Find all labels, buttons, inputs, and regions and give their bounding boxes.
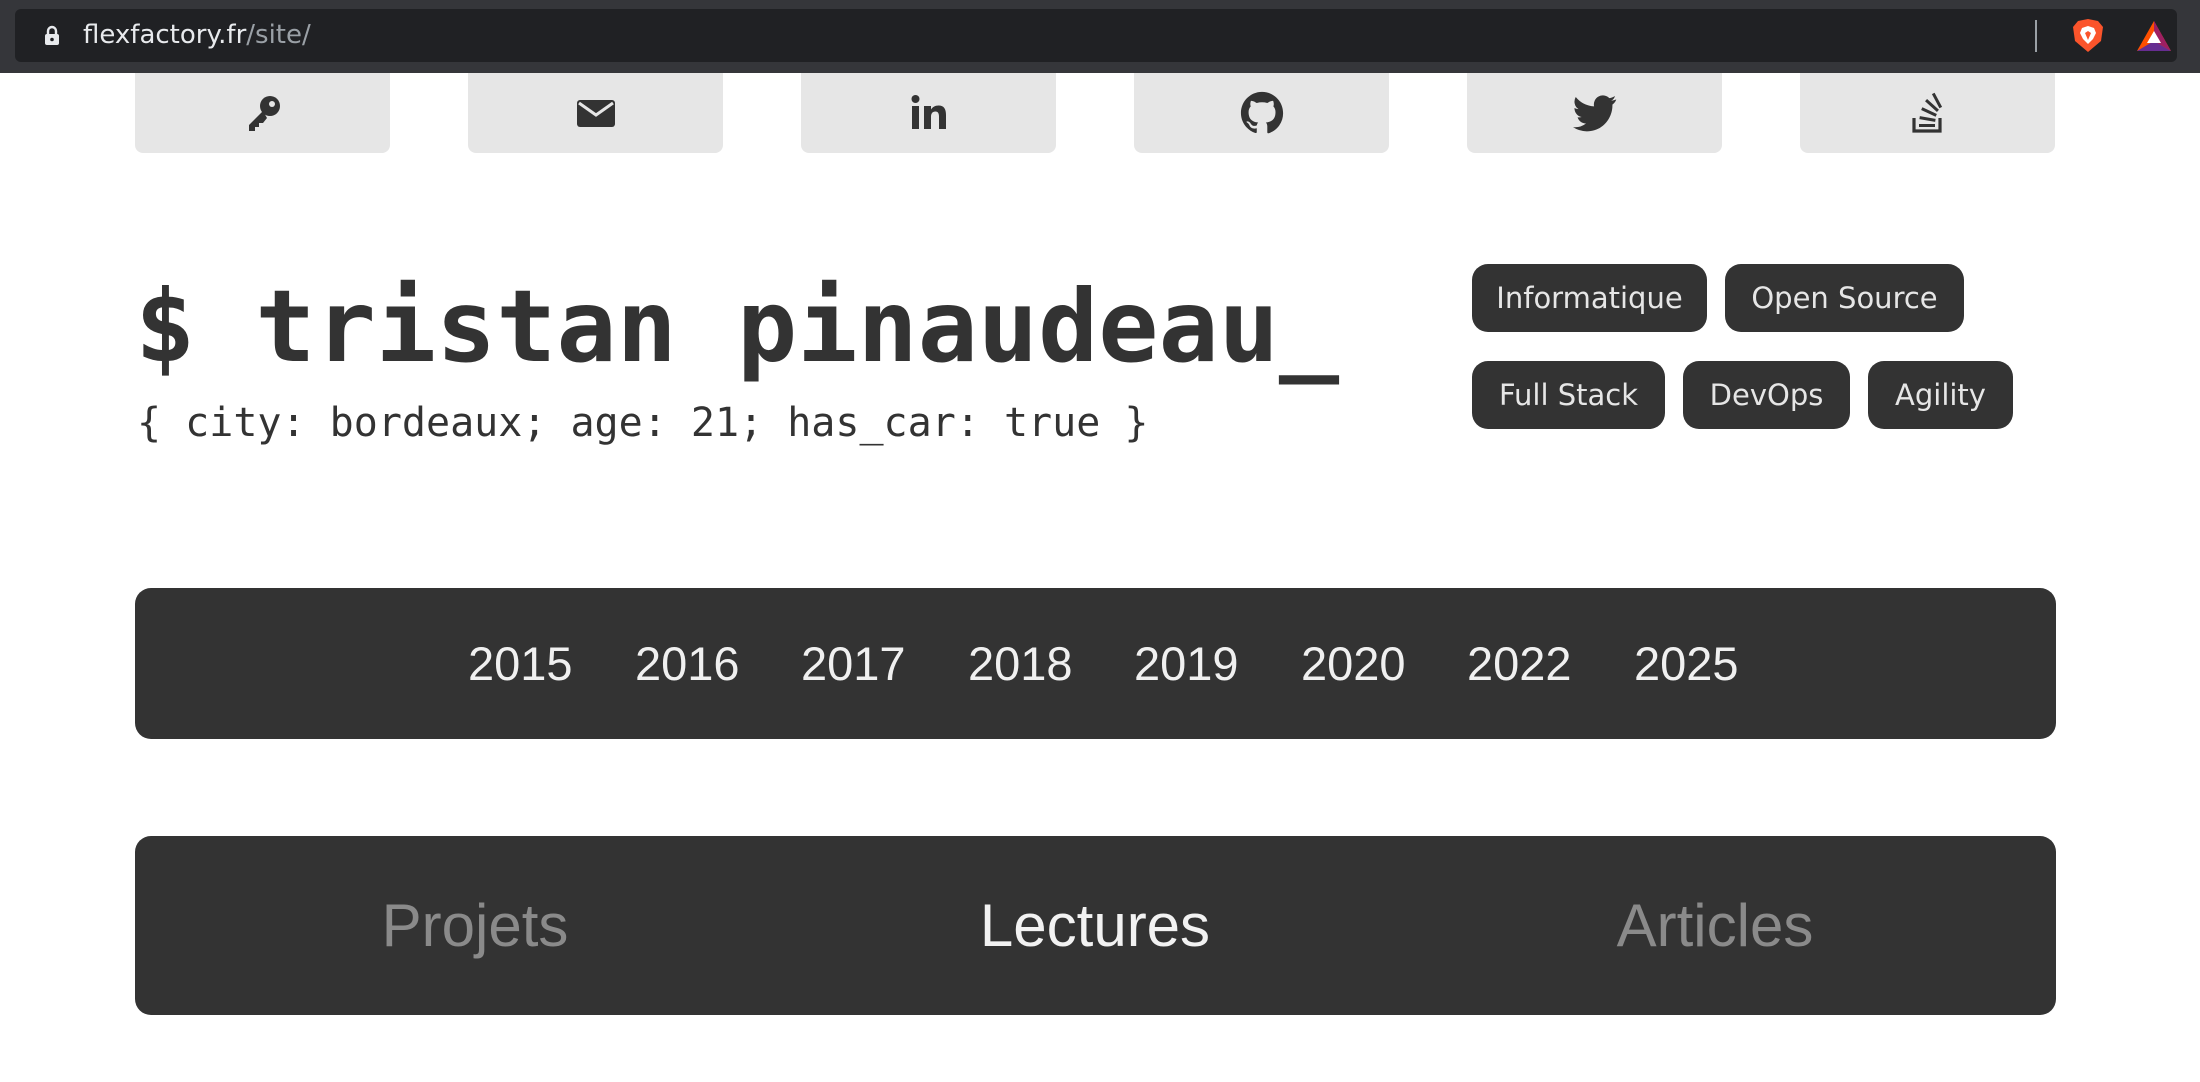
social-button-stackoverflow[interactable] [1800, 73, 2055, 153]
brave-rewards-icon[interactable] [2135, 19, 2173, 53]
github-icon [1240, 91, 1283, 134]
years-nav: 2015 2016 2017 2018 2019 2020 2022 2025 [135, 588, 2056, 739]
year-link-2025[interactable]: 2025 [1634, 588, 1739, 739]
social-button-linkedin[interactable] [801, 73, 1056, 153]
section-tabs: Projets Lectures Articles [135, 836, 2056, 1015]
tab-lectures[interactable]: Lectures [945, 836, 1245, 1015]
year-link-2016[interactable]: 2016 [635, 588, 740, 739]
tag-devops[interactable]: DevOps [1683, 361, 1850, 429]
tag-agility[interactable]: Agility [1868, 361, 2013, 429]
year-link-2018[interactable]: 2018 [968, 588, 1073, 739]
tag-full-stack[interactable]: Full Stack [1472, 361, 1665, 429]
address-bar-divider [2035, 20, 2037, 52]
linkedin-icon [911, 95, 946, 129]
year-link-2015[interactable]: 2015 [468, 588, 573, 739]
year-link-2022[interactable]: 2022 [1467, 588, 1572, 739]
url-domain: flexfactory.fr [83, 20, 247, 50]
social-button-key[interactable] [135, 73, 390, 153]
tag-informatique[interactable]: Informatique [1472, 264, 1707, 332]
twitter-icon [1572, 95, 1616, 132]
brave-shield-icon[interactable] [2069, 17, 2107, 55]
year-link-2017[interactable]: 2017 [801, 588, 906, 739]
profile-subtitle: { city: bordeaux; age: 21; has_car: true… [137, 400, 1149, 446]
tab-articles[interactable]: Articles [1565, 836, 1865, 1015]
tag-open-source[interactable]: Open Source [1725, 264, 1964, 332]
stackoverflow-icon [1911, 92, 1942, 133]
social-button-github[interactable] [1134, 73, 1389, 153]
social-button-email[interactable] [468, 73, 723, 153]
social-button-twitter[interactable] [1467, 73, 1722, 153]
address-bar[interactable]: flexfactory.fr/site/ [15, 9, 2177, 62]
browser-toolbar: flexfactory.fr/site/ [0, 0, 2200, 73]
url-text: flexfactory.fr/site/ [83, 9, 311, 62]
year-link-2019[interactable]: 2019 [1134, 588, 1239, 739]
url-path: /site/ [246, 20, 311, 50]
lock-icon [45, 25, 59, 45]
page-title: $ tristan pinaudeau_ [135, 268, 1340, 385]
tab-projets[interactable]: Projets [325, 836, 625, 1015]
year-link-2020[interactable]: 2020 [1301, 588, 1406, 739]
envelope-icon [576, 100, 615, 127]
key-icon [248, 96, 280, 131]
